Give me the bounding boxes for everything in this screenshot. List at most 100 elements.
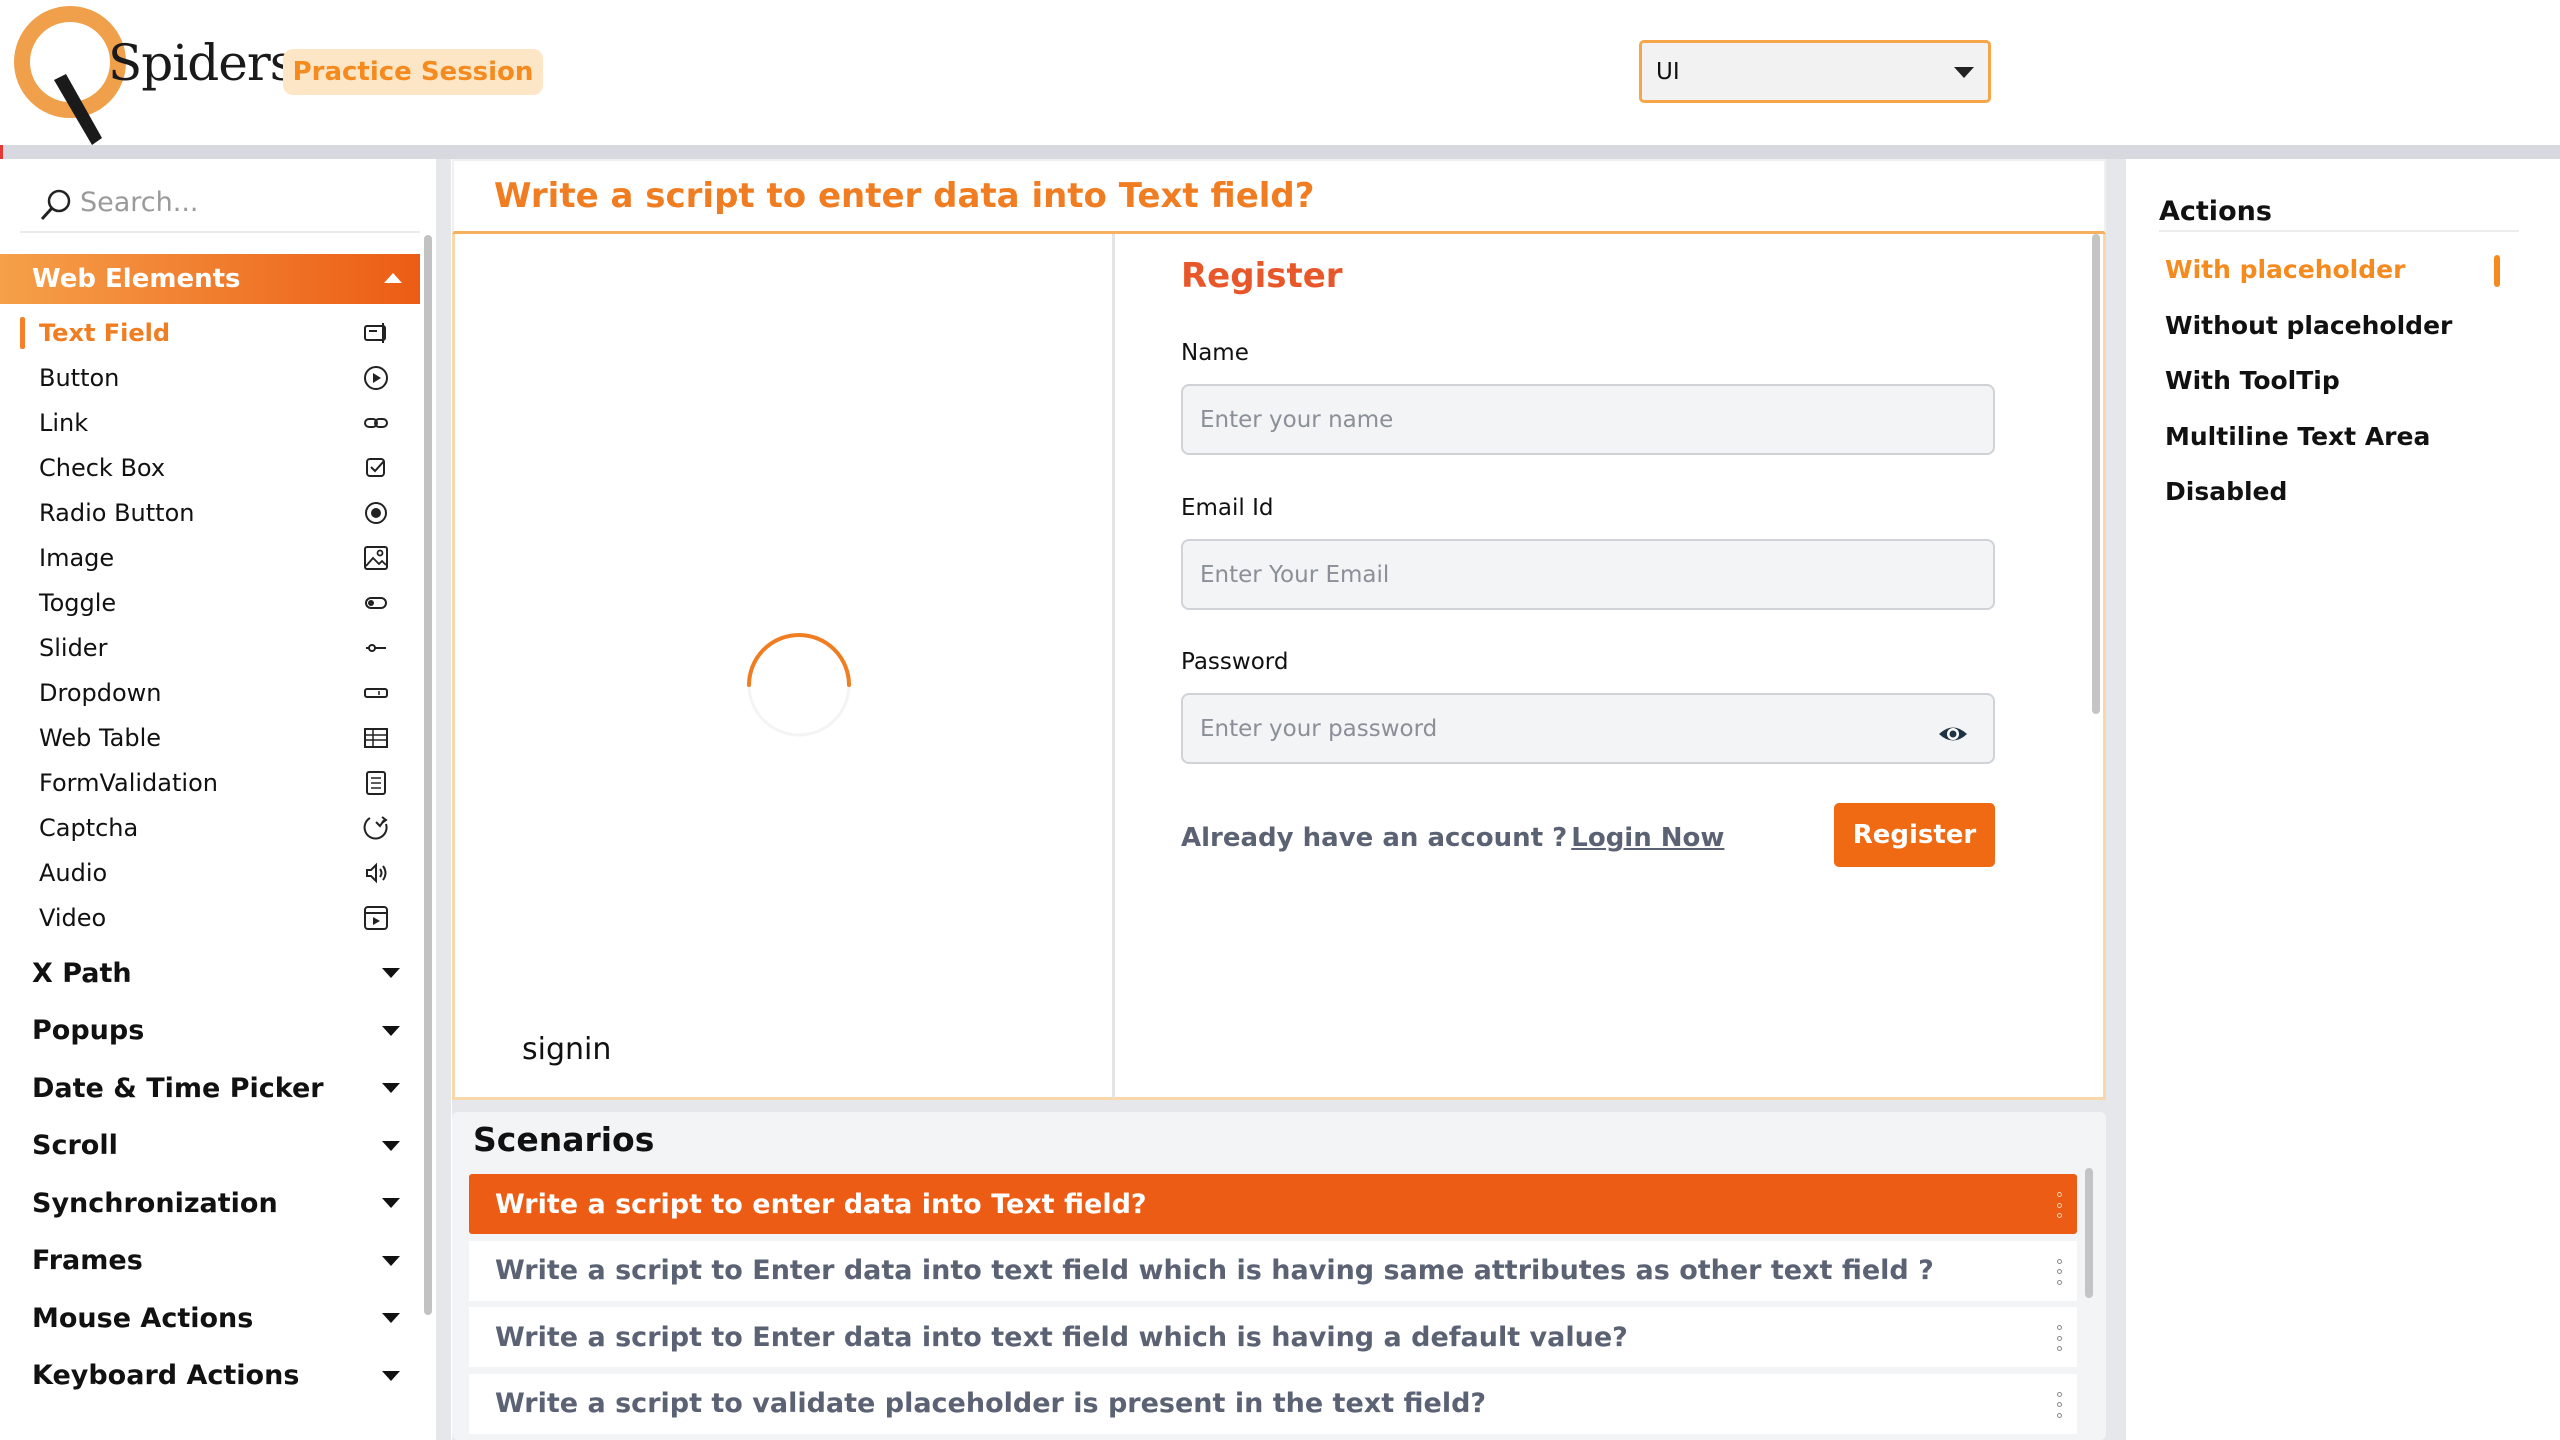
form-scrollbar[interactable] bbox=[2092, 234, 2100, 714]
link-icon bbox=[364, 418, 388, 428]
sidebar-item-check-box[interactable]: Check Box bbox=[20, 446, 400, 490]
form-icon bbox=[366, 771, 386, 795]
category-synchronization[interactable]: Synchronization bbox=[0, 1177, 420, 1229]
name-label: Name bbox=[1181, 340, 1249, 366]
scenario-label: Write a script to validate placeholder i… bbox=[495, 1388, 1487, 1419]
actions-gutter bbox=[2106, 159, 2126, 1440]
category-label: Synchronization bbox=[32, 1187, 278, 1219]
sidebar-item-captcha[interactable]: Captcha bbox=[20, 806, 400, 850]
sidebar-item-label: Image bbox=[39, 544, 115, 572]
name-field[interactable] bbox=[1181, 384, 1995, 455]
scenario-item[interactable]: Write a script to Enter data into text f… bbox=[469, 1240, 2077, 1301]
more-options-icon[interactable] bbox=[2055, 1391, 2063, 1418]
sidebar-item-slider[interactable]: Slider bbox=[20, 626, 400, 670]
sidebar-item-button[interactable]: Button bbox=[20, 356, 400, 400]
sidebar-search[interactable]: Search... bbox=[20, 175, 420, 233]
loading-spinner-icon bbox=[747, 633, 851, 737]
sidebar-item-video[interactable]: Video bbox=[20, 896, 400, 940]
action-without-placeholder[interactable]: Without placeholder bbox=[2165, 311, 2452, 340]
sidebar-item-label: Toggle bbox=[39, 589, 117, 617]
category-label: Mouse Actions bbox=[32, 1302, 254, 1334]
sidebar-item-label: Audio bbox=[39, 859, 108, 887]
video-icon bbox=[364, 906, 388, 930]
more-options-icon[interactable] bbox=[2055, 1192, 2063, 1218]
chevron-down-icon bbox=[382, 968, 400, 978]
chevron-down-icon bbox=[382, 1255, 400, 1266]
sidebar-item-label: FormValidation bbox=[39, 769, 218, 797]
scenario-label: Write a script to Enter data into text f… bbox=[495, 1321, 1628, 1353]
login-now-link[interactable]: Login Now bbox=[1571, 823, 1724, 853]
category-label: Web Elements bbox=[32, 264, 241, 294]
sidebar-item-label: Slider bbox=[39, 634, 108, 662]
sidebar-item-formvalidation[interactable]: FormValidation bbox=[20, 761, 400, 805]
register-form-title: Register bbox=[1181, 256, 1343, 296]
sidebar-item-web-table[interactable]: Web Table bbox=[20, 716, 400, 760]
scenario-item[interactable]: Write a script to validate placeholder i… bbox=[469, 1373, 2077, 1434]
category-scroll[interactable]: Scroll bbox=[0, 1120, 420, 1172]
category-x-path[interactable]: X Path bbox=[0, 947, 420, 999]
category-select[interactable]: UI bbox=[1639, 40, 1991, 103]
sidebar-item-label: Dropdown bbox=[39, 679, 162, 707]
category-label: Scroll bbox=[32, 1130, 118, 1161]
question-title: Write a script to enter data into Text f… bbox=[452, 159, 2106, 234]
category-label: Frames bbox=[32, 1245, 143, 1276]
panel-divider bbox=[1112, 234, 1115, 1098]
header-divider-marker bbox=[0, 145, 3, 159]
text-field-icon bbox=[364, 323, 386, 343]
scenarios-title: Scenarios bbox=[473, 1120, 655, 1159]
sidebar-scrollbar[interactable] bbox=[424, 235, 432, 1315]
scenario-label: Write a script to Enter data into text f… bbox=[495, 1255, 1934, 1286]
more-options-icon[interactable] bbox=[2055, 1325, 2063, 1351]
sidebar-item-image[interactable]: Image bbox=[20, 536, 400, 580]
sidebar-item-label: Radio Button bbox=[39, 499, 195, 527]
action-with-placeholder[interactable]: With placeholder bbox=[2165, 255, 2405, 284]
category-date-time-picker[interactable]: Date & Time Picker bbox=[0, 1062, 420, 1114]
email-field[interactable] bbox=[1181, 539, 1995, 610]
toggle-icon bbox=[365, 597, 387, 609]
category-popups[interactable]: Popups bbox=[0, 1005, 420, 1057]
search-icon bbox=[40, 189, 71, 221]
sidebar-item-text-field[interactable]: Text Field bbox=[20, 311, 400, 355]
search-input[interactable]: Search... bbox=[80, 187, 199, 218]
eye-icon[interactable] bbox=[1937, 721, 1969, 747]
checkbox-icon bbox=[366, 458, 385, 477]
active-item-indicator bbox=[20, 317, 25, 349]
scenario-item[interactable]: Write a script to Enter data into text f… bbox=[469, 1307, 2077, 1367]
category-label: Popups bbox=[32, 1015, 145, 1046]
practice-session-badge: Practice Session bbox=[283, 49, 543, 95]
sidebar-item-toggle[interactable]: Toggle bbox=[20, 581, 400, 625]
category-keyboard-actions[interactable]: Keyboard Actions bbox=[0, 1350, 420, 1402]
scenario-item[interactable]: Write a script to enter data into Text f… bbox=[469, 1174, 2077, 1234]
captcha-icon bbox=[363, 816, 388, 840]
table-icon bbox=[364, 728, 388, 748]
scenarios-scrollbar[interactable] bbox=[2085, 1168, 2093, 1298]
account-prompt: Already have an account ? Login Now bbox=[1181, 823, 1724, 853]
register-button[interactable]: Register bbox=[1834, 803, 1995, 867]
sidebar-item-label: Video bbox=[39, 904, 107, 932]
sidebar-item-dropdown[interactable]: Dropdown bbox=[20, 671, 400, 715]
chevron-down-icon bbox=[382, 1083, 400, 1093]
action-multiline-text-area[interactable]: Multiline Text Area bbox=[2165, 422, 2430, 451]
sidebar-item-audio[interactable]: Audio bbox=[20, 851, 400, 895]
audio-icon bbox=[366, 862, 387, 884]
chevron-up-icon bbox=[384, 273, 402, 283]
chevron-down-icon bbox=[382, 1025, 400, 1036]
sidebar-gutter bbox=[436, 159, 451, 1440]
radio-icon bbox=[365, 502, 387, 524]
scenario-label: Write a script to enter data into Text f… bbox=[495, 1188, 1147, 1220]
action-with-tooltip[interactable]: With ToolTip bbox=[2165, 366, 2340, 395]
actions-title: Actions bbox=[2159, 196, 2519, 232]
password-field[interactable] bbox=[1181, 693, 1995, 764]
category-frames[interactable]: Frames bbox=[0, 1235, 420, 1287]
image-icon bbox=[364, 546, 388, 570]
sidebar-item-link[interactable]: Link bbox=[20, 401, 400, 445]
category-mouse-actions[interactable]: Mouse Actions bbox=[0, 1292, 420, 1344]
account-prompt-text: Already have an account ? bbox=[1181, 823, 1568, 853]
category-label: X Path bbox=[32, 957, 132, 989]
sidebar-item-radio-button[interactable]: Radio Button bbox=[20, 491, 400, 535]
sidebar-item-label: Link bbox=[39, 409, 89, 437]
slider-icon bbox=[366, 644, 386, 652]
more-options-icon[interactable] bbox=[2055, 1258, 2063, 1285]
category-web-elements[interactable]: Web Elements bbox=[0, 254, 420, 304]
action-disabled[interactable]: Disabled bbox=[2165, 477, 2287, 506]
